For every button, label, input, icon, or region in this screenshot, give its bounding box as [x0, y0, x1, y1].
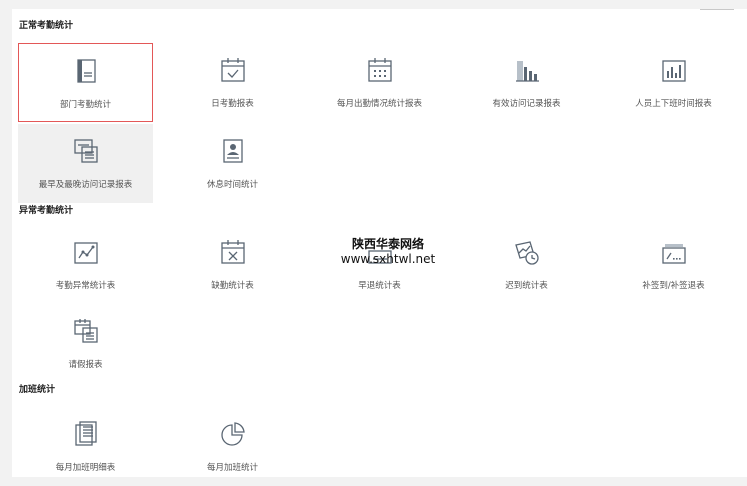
tile-overtime-detail[interactable]: 每月加班明细表 [18, 407, 153, 486]
tile-label: 每月加班统计 [206, 463, 258, 473]
clock-chart-icon [514, 241, 539, 265]
tile-label: 人员上下班时间报表 [635, 99, 712, 109]
bar-chart-icon [515, 61, 539, 82]
watermark: 陕西华泰网络 www.sxhtwl.net [313, 237, 463, 267]
tile-label: 早退统计表 [358, 281, 401, 291]
calendar-x-icon [220, 240, 245, 264]
tile-on-off-duty[interactable]: 人员上下班时间报表 [606, 43, 741, 122]
leave-form-icon [73, 319, 98, 343]
tile-label: 每月出勤情况统计报表 [336, 99, 422, 109]
report-panel: 正常考勤统计 部门考勤统计 日考勤报表 每月出勤情况统计报表 有效访问记录报表 … [12, 9, 747, 477]
list-document-icon [74, 421, 97, 446]
tile-label: 最早及最晚访问记录报表 [38, 180, 133, 190]
tile-label: 补签到/补签退表 [642, 281, 705, 291]
tile-label: 有效访问记录报表 [492, 99, 561, 109]
tile-earliest-latest[interactable]: 最早及最晚访问记录报表 [18, 124, 153, 203]
tile-daily-report[interactable]: 日考勤报表 [165, 43, 300, 122]
top-divider [700, 9, 734, 10]
tile-label: 休息时间统计 [206, 180, 258, 190]
tile-label: 迟到统计表 [505, 281, 548, 291]
watermark-url: www.sxhtwl.net [340, 252, 436, 266]
tile-visit-records[interactable]: 有效访问记录报表 [459, 43, 594, 122]
calendar-grid-icon [367, 58, 392, 82]
tile-label: 请假报表 [68, 360, 103, 370]
tile-dept-stats[interactable]: 部门考勤统计 [18, 43, 153, 122]
tile-label: 考勤异常统计表 [55, 281, 116, 291]
tile-absence-stats[interactable]: 缺勤统计表 [165, 225, 300, 304]
person-document-icon [222, 139, 243, 163]
tile-makeup-sign[interactable]: 补签到/补签退表 [606, 225, 741, 304]
tile-overtime-stats[interactable]: 每月加班统计 [165, 407, 300, 486]
tile-label: 部门考勤统计 [59, 100, 111, 110]
tile-rest-time[interactable]: 休息时间统计 [165, 124, 300, 203]
document-icon [76, 59, 96, 83]
stacked-documents-icon [73, 139, 98, 163]
tile-monthly-attendance[interactable]: 每月出勤情况统计报表 [312, 43, 447, 122]
calendar-check-icon [220, 58, 245, 82]
tile-label: 每月加班明细表 [55, 463, 116, 473]
column-chart-icon [661, 60, 686, 82]
tile-leave-report[interactable]: 请假报表 [18, 304, 153, 383]
section-title-abnormal: 异常考勤统计 [19, 206, 74, 216]
trend-chart-icon [73, 242, 98, 264]
tile-label: 日考勤报表 [211, 99, 254, 109]
tile-late-stats[interactable]: 迟到统计表 [459, 225, 594, 304]
signature-card-icon [661, 244, 686, 264]
section-title-overtime: 加班统计 [19, 385, 56, 395]
tile-label: 缺勤统计表 [211, 281, 254, 291]
watermark-title: 陕西华泰网络 [351, 237, 424, 251]
section-title-normal: 正常考勤统计 [19, 21, 74, 31]
tile-abnormal-stats[interactable]: 考勤异常统计表 [18, 225, 153, 304]
pie-chart-icon [220, 422, 245, 446]
